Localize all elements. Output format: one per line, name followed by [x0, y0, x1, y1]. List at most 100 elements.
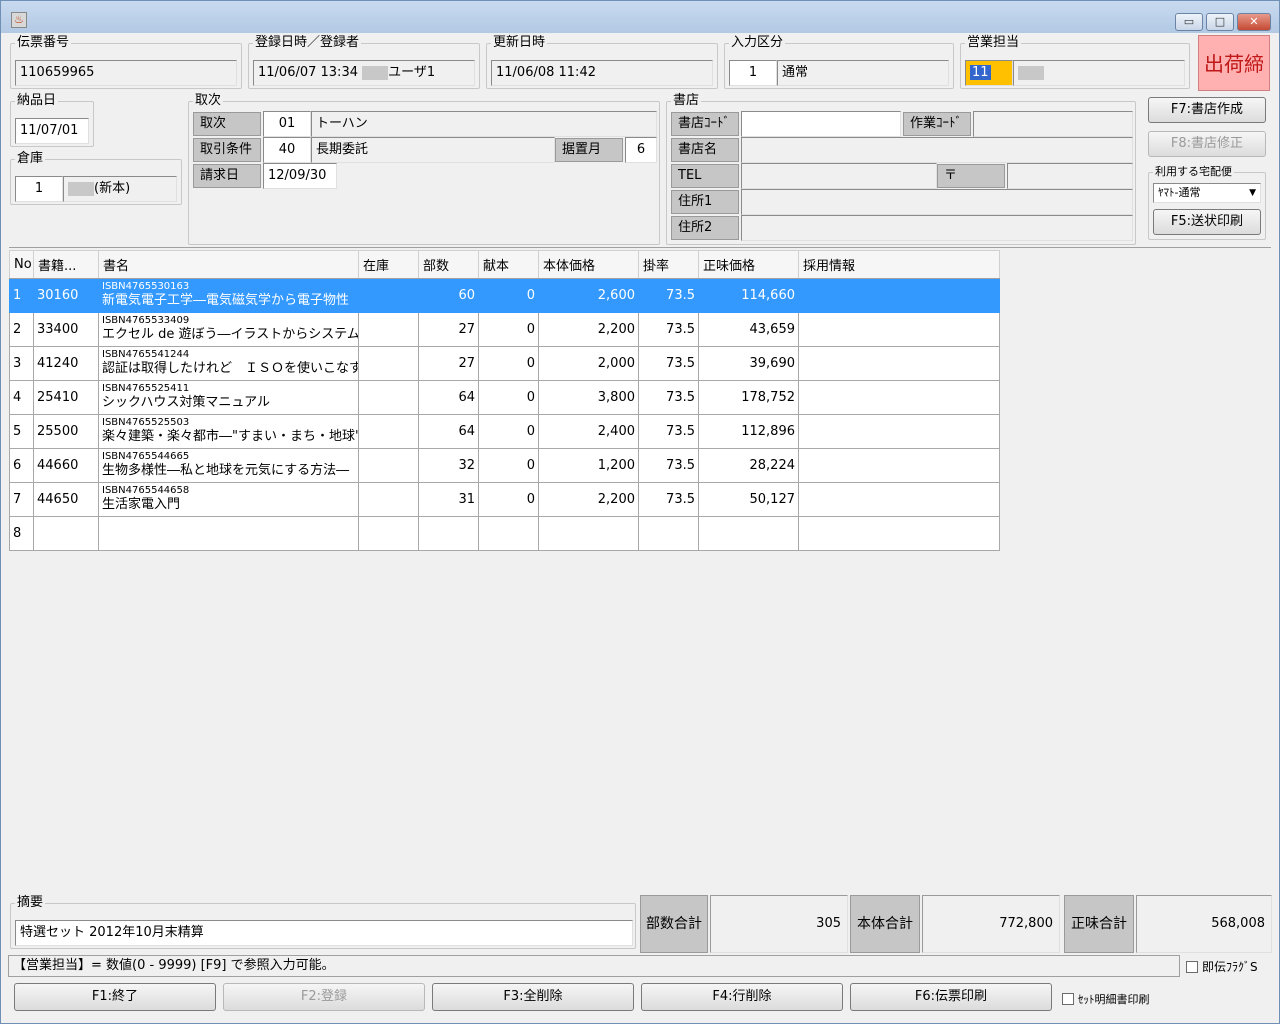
cell-net[interactable]: 43,659	[698, 312, 799, 347]
cell-rate[interactable]: 73.5	[638, 414, 699, 449]
table-row[interactable]: 4 25410 ISBN4765525411 シックハウス対策マニュアル 64 0 3,80…	[9, 380, 1000, 415]
column-header-title[interactable]: 書名	[98, 250, 359, 279]
close-button[interactable]: ✕	[1237, 13, 1271, 31]
cell-title[interactable]: ISBN4765530163 新電気電子工学―電気磁気学から電子物性	[98, 278, 359, 313]
cell-rate[interactable]: 73.5	[638, 278, 699, 313]
address1-field[interactable]	[741, 189, 1133, 215]
cell-stock[interactable]	[358, 346, 419, 381]
cell-code[interactable]: 25500	[33, 414, 99, 449]
terms-code-field[interactable]: 40	[263, 137, 311, 163]
cell-info[interactable]	[798, 516, 1000, 551]
memo-field[interactable]: 特選セット 2012年10月末精算	[15, 920, 633, 946]
cell-info[interactable]	[798, 312, 1000, 347]
cell-gift[interactable]: 0	[478, 380, 539, 415]
set-detail-print-checkbox[interactable]: ｾｯﾄ明細書印刷	[1062, 991, 1150, 1007]
slip-number-field[interactable]: 110659965	[15, 60, 237, 86]
cell-title[interactable]: ISBN4765525411 シックハウス対策マニュアル	[98, 380, 359, 415]
cell-no[interactable]: 8	[9, 516, 34, 551]
cell-qty[interactable]: 31	[418, 482, 479, 517]
cell-stock[interactable]	[358, 312, 419, 347]
cell-stock[interactable]	[358, 278, 419, 313]
sales-rep-code-field[interactable]: 11	[965, 60, 1013, 86]
table-row[interactable]: 2 33400 ISBN4765533409 エクセル de 遊ぼう―イラストからシス…	[9, 312, 1000, 347]
cell-no[interactable]: 3	[9, 346, 34, 381]
cell-title[interactable]	[98, 516, 359, 551]
tel-field[interactable]	[741, 163, 937, 189]
cell-stock[interactable]	[358, 414, 419, 449]
cell-gift[interactable]: 0	[478, 482, 539, 517]
store-code-field[interactable]	[741, 111, 901, 137]
cell-rate[interactable]: 73.5	[638, 380, 699, 415]
registered-field[interactable]: 11/06/07 13:34 ユーザ1	[253, 60, 475, 86]
sueoki-field[interactable]: 6	[625, 137, 657, 163]
column-header-net[interactable]: 正味価格	[698, 250, 799, 279]
cell-title[interactable]: ISBN4765541244 認証は取得したけれど ＩＳＯを使いこなす	[98, 346, 359, 381]
cell-qty[interactable]: 64	[418, 414, 479, 449]
cell-gift[interactable]: 0	[478, 346, 539, 381]
cell-stock[interactable]	[358, 482, 419, 517]
distributor-code-field[interactable]: 01	[263, 111, 311, 137]
cell-stock[interactable]	[358, 380, 419, 415]
column-header-rate[interactable]: 掛率	[638, 250, 699, 279]
cell-no[interactable]: 5	[9, 414, 34, 449]
cell-qty[interactable]: 60	[418, 278, 479, 313]
cell-gift[interactable]: 0	[478, 278, 539, 313]
f7-create-store-button[interactable]: F7:書店作成	[1148, 97, 1266, 123]
cell-info[interactable]	[798, 380, 1000, 415]
cell-no[interactable]: 2	[9, 312, 34, 347]
cell-code[interactable]: 30160	[33, 278, 99, 313]
cell-no[interactable]: 4	[9, 380, 34, 415]
cell-no[interactable]: 1	[9, 278, 34, 313]
store-name-field[interactable]	[741, 137, 1133, 163]
cell-title[interactable]: ISBN4765544658 生活家電入門	[98, 482, 359, 517]
cell-rate[interactable]: 73.5	[638, 346, 699, 381]
cell-code[interactable]: 33400	[33, 312, 99, 347]
cell-no[interactable]: 6	[9, 448, 34, 483]
cell-info[interactable]	[798, 346, 1000, 381]
cell-code[interactable]: 44660	[33, 448, 99, 483]
cell-code[interactable]: 44650	[33, 482, 99, 517]
courier-select[interactable]: ﾔﾏﾄ-通常 ▼	[1153, 183, 1261, 203]
cell-price[interactable]: 2,000	[538, 346, 639, 381]
cell-no[interactable]: 7	[9, 482, 34, 517]
updated-field[interactable]: 11/06/08 11:42	[491, 60, 713, 86]
cell-price[interactable]: 2,200	[538, 312, 639, 347]
cell-net[interactable]	[698, 516, 799, 551]
cell-info[interactable]	[798, 278, 1000, 313]
cell-rate[interactable]	[638, 516, 699, 551]
f1-exit-button[interactable]: F1:終了	[14, 983, 216, 1011]
cell-net[interactable]: 50,127	[698, 482, 799, 517]
table-row[interactable]: 7 44650 ISBN4765544658 生活家電入門 31 0 2,200 73.5 50…	[9, 482, 1000, 517]
cell-price[interactable]: 3,800	[538, 380, 639, 415]
column-header-qty[interactable]: 部数	[418, 250, 479, 279]
f3-delete-all-button[interactable]: F3:全削除	[432, 983, 634, 1011]
f4-delete-row-button[interactable]: F4:行削除	[641, 983, 843, 1011]
cell-net[interactable]: 112,896	[698, 414, 799, 449]
cell-price[interactable]	[538, 516, 639, 551]
column-header-info[interactable]: 採用情報	[798, 250, 1000, 279]
f5-print-label-button[interactable]: F5:送状印刷	[1153, 209, 1261, 235]
cell-price[interactable]: 2,200	[538, 482, 639, 517]
minimize-button[interactable]: ▭	[1175, 13, 1203, 31]
cell-rate[interactable]: 73.5	[638, 312, 699, 347]
cell-info[interactable]	[798, 414, 1000, 449]
cell-stock[interactable]	[358, 448, 419, 483]
table-row[interactable]: 8	[9, 516, 1000, 551]
cell-net[interactable]: 178,752	[698, 380, 799, 415]
maximize-button[interactable]: □	[1206, 13, 1234, 31]
cell-title[interactable]: ISBN4765533409 エクセル de 遊ぼう―イラストからシステム	[98, 312, 359, 347]
cell-net[interactable]: 28,224	[698, 448, 799, 483]
column-header-gift[interactable]: 献本	[478, 250, 539, 279]
cell-title[interactable]: ISBN4765544665 生物多様性―私と地球を元気にする方法―	[98, 448, 359, 483]
f2-register-button[interactable]: F2:登録	[223, 983, 425, 1011]
cell-rate[interactable]: 73.5	[638, 448, 699, 483]
cell-qty[interactable]	[418, 516, 479, 551]
cell-gift[interactable]	[478, 516, 539, 551]
address2-field[interactable]	[741, 215, 1133, 241]
cell-qty[interactable]: 27	[418, 312, 479, 347]
cell-price[interactable]: 1,200	[538, 448, 639, 483]
cell-gift[interactable]: 0	[478, 448, 539, 483]
cell-info[interactable]	[798, 448, 1000, 483]
f6-print-slip-button[interactable]: F6:伝票印刷	[850, 983, 1052, 1011]
table-row[interactable]: 1 30160 ISBN4765530163 新電気電子工学―電気磁気学から電子物性 6…	[9, 278, 1000, 313]
